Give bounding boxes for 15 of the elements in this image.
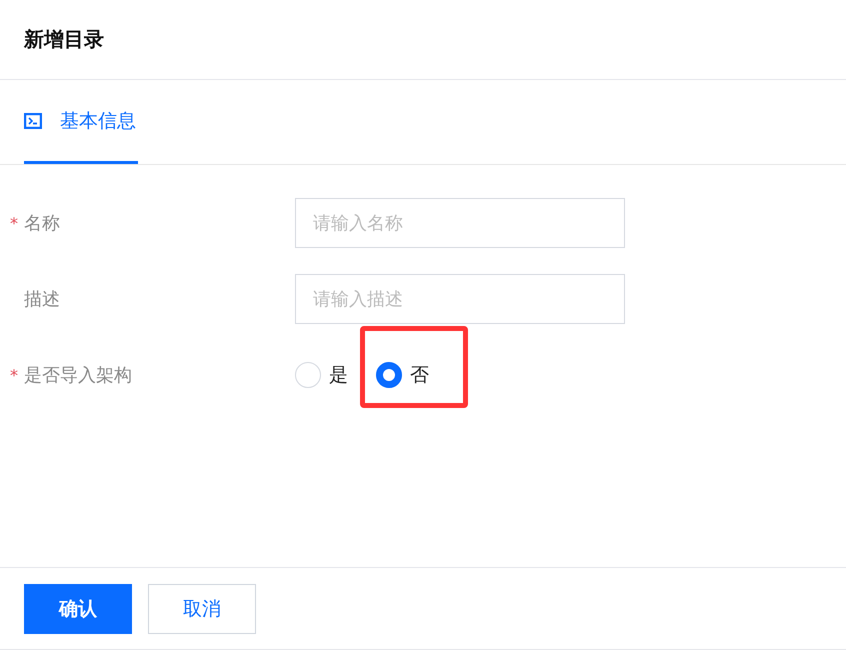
radio-option[interactable]: 否 xyxy=(376,362,429,388)
input-field[interactable]: 请输入描述 xyxy=(295,274,625,324)
dialog-title: 新增目录 xyxy=(24,26,104,53)
terminal-icon xyxy=(24,112,42,128)
field-label: 描述 xyxy=(24,288,60,311)
radio-button[interactable] xyxy=(376,362,402,388)
radio-option[interactable]: 是 xyxy=(295,362,348,388)
field-label: 是否导入架构 xyxy=(24,364,132,387)
required-mark: * xyxy=(10,214,19,232)
confirm-button[interactable]: 确认 xyxy=(24,584,132,634)
field-label: 名称 xyxy=(24,212,60,235)
tab[interactable]: 基本信息 xyxy=(24,80,138,164)
input-field[interactable]: 请输入名称 xyxy=(295,198,625,248)
cancel-button[interactable]: 取消 xyxy=(148,584,256,634)
required-mark: * xyxy=(10,366,19,384)
